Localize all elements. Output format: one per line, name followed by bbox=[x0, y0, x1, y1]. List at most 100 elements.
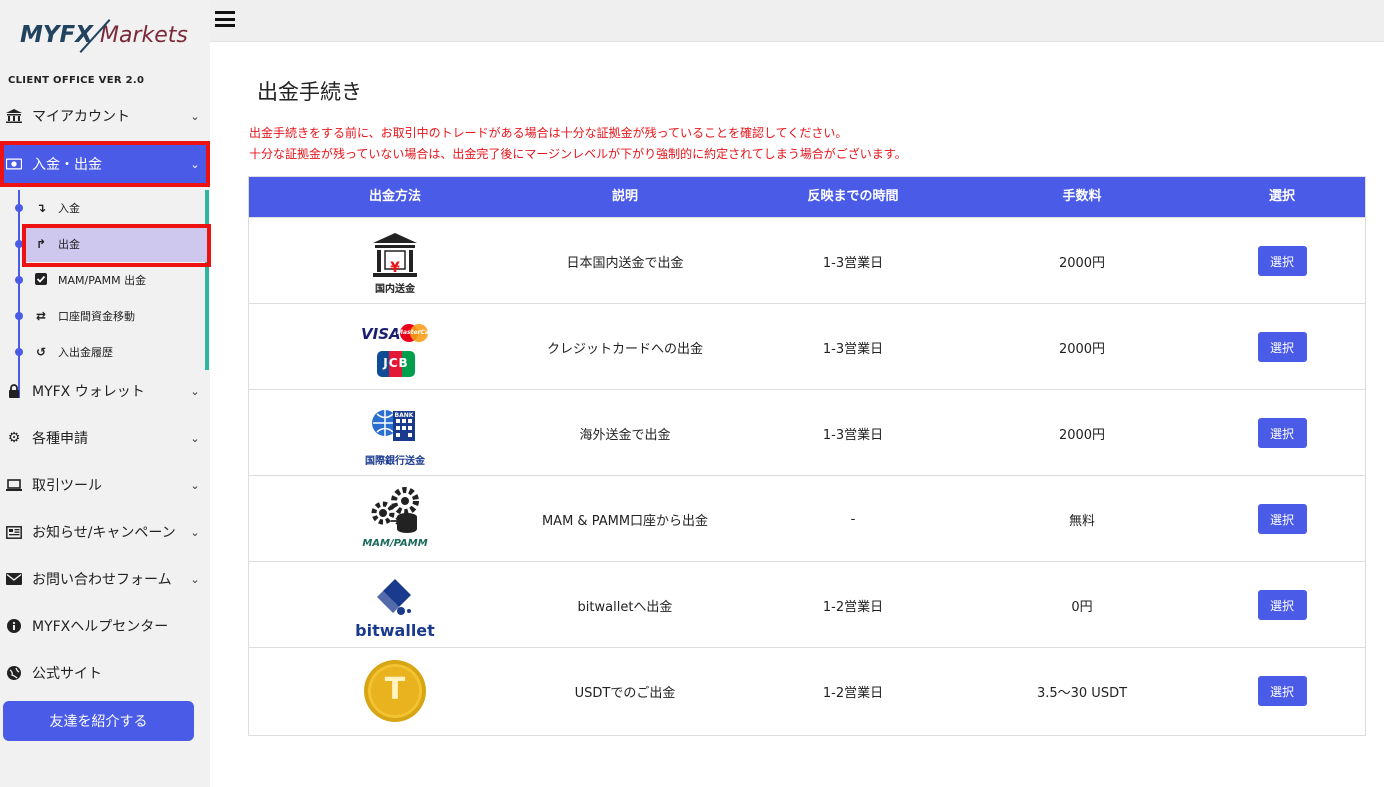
method-cell: BANK 国際銀行送金 bbox=[249, 390, 541, 476]
lock-icon bbox=[6, 383, 22, 399]
bitwallet-wordmark: bitwallet bbox=[355, 621, 435, 640]
description-cell: クレジットカードへの出金 bbox=[546, 341, 703, 357]
select-button[interactable]: 選択 bbox=[1257, 676, 1307, 706]
chevron-down-icon: ⌄ bbox=[190, 384, 200, 398]
submenu-label: MAM/PAMM 出金 bbox=[58, 274, 147, 287]
exchange-icon: ⇄ bbox=[35, 309, 47, 323]
description-cell: MAM & PAMM口座から出金 bbox=[541, 513, 709, 529]
myfx-logo[interactable]: MYFX Markets bbox=[20, 12, 190, 60]
method-cell: bitwallet bbox=[249, 562, 541, 648]
submenu-line bbox=[18, 190, 20, 398]
visa-logo: VISA bbox=[361, 325, 401, 343]
fee-cell: 2000円 bbox=[1058, 427, 1106, 443]
sidebar-item-deposit-withdrawal[interactable]: 入金・出金 ⌄ bbox=[0, 144, 210, 184]
method-caption: 国内送金 bbox=[375, 284, 415, 295]
chevron-down-icon: ⌄ bbox=[190, 572, 200, 586]
sidebar-item-trading-tools[interactable]: 取引ツール ⌄ bbox=[0, 465, 210, 505]
select-cell: 選択 bbox=[1199, 476, 1365, 562]
select-cell: 選択 bbox=[1199, 648, 1365, 734]
money-icon bbox=[6, 156, 22, 172]
select-button[interactable]: 選択 bbox=[1257, 332, 1307, 362]
method-cell: T bbox=[249, 648, 541, 734]
history-icon: ↺ bbox=[35, 345, 47, 359]
hamburger-menu-icon[interactable] bbox=[215, 11, 235, 27]
submenu-item-deposit[interactable]: ↴ 入金 bbox=[15, 190, 210, 226]
description-cell: USDTでのご出金 bbox=[574, 685, 676, 701]
sidebar: MYFX Markets CLIENT OFFICE VER 2.0 マイアカウ… bbox=[0, 0, 211, 787]
description-cell: bitwalletへ出金 bbox=[577, 599, 673, 615]
submenu-item-mam-pamm[interactable]: MAM/PAMM 出金 bbox=[15, 262, 210, 298]
column-header: 出金方法 bbox=[368, 189, 421, 204]
arrow-up-icon: ↱ bbox=[35, 237, 47, 251]
sidebar-item-label: マイアカウント bbox=[32, 109, 130, 125]
column-header: 手数料 bbox=[1062, 189, 1102, 204]
yen-symbol: ¥ bbox=[390, 260, 400, 276]
description-cell: 日本国内送金で出金 bbox=[566, 255, 684, 271]
sidebar-item-wallet[interactable]: MYFX ウォレット ⌄ bbox=[0, 371, 210, 411]
invite-friend-button[interactable]: 友達を紹介する bbox=[3, 701, 194, 741]
time-cell: 1-3営業日 bbox=[822, 255, 884, 271]
withdrawal-methods-table: 出金方法 説明 反映までの時間 手数料 選択 ¥ 国内送金 日本国内送金で出金 … bbox=[248, 176, 1366, 736]
sidebar-item-news[interactable]: お知らせ/キャンペーン ⌄ bbox=[0, 512, 210, 552]
laptop-icon bbox=[6, 477, 22, 493]
column-header: 選択 bbox=[1268, 189, 1295, 204]
select-cell: 選択 bbox=[1199, 390, 1365, 476]
submenu-dot bbox=[15, 348, 23, 356]
bank-sign: BANK bbox=[394, 412, 414, 419]
checkbox-icon bbox=[34, 272, 48, 288]
international-bank-logo: BANK 国際銀行送金 bbox=[355, 397, 435, 469]
page-title: 出金手続き bbox=[257, 80, 362, 104]
select-cell: 選択 bbox=[1199, 218, 1365, 304]
jcb-logo: JCB bbox=[377, 351, 415, 377]
submenu-dot bbox=[15, 240, 23, 248]
globe-icon bbox=[6, 665, 22, 681]
submenu-label: 出金 bbox=[58, 238, 80, 251]
time-cell: 1-3営業日 bbox=[822, 341, 884, 357]
sidebar-item-label: MYFXヘルプセンター bbox=[32, 619, 169, 635]
table-row: T USDTでのご出金 1-2営業日 3.5～30 USDT 選択 bbox=[249, 647, 1365, 733]
mastercard-logo: MasterCard bbox=[397, 329, 437, 336]
time-cell: 1-2営業日 bbox=[822, 685, 884, 701]
submenu-item-withdrawal[interactable]: ↱ 出金 bbox=[15, 226, 210, 262]
time-cell: - bbox=[850, 511, 856, 527]
time-cell: 1-2営業日 bbox=[822, 599, 884, 615]
sidebar-item-label: お問い合わせフォーム bbox=[32, 572, 172, 588]
topbar bbox=[210, 0, 1384, 42]
submenu-dot bbox=[15, 312, 23, 320]
submenu-item-fund-transfer[interactable]: ⇄ 口座間資金移動 bbox=[15, 298, 210, 334]
chevron-down-icon: ⌄ bbox=[190, 157, 200, 171]
usdt-coin-logo: T bbox=[355, 655, 435, 727]
fee-cell: 3.5～30 USDT bbox=[1036, 685, 1128, 701]
submenu-label: 入出金履歴 bbox=[58, 346, 113, 359]
sidebar-item-official-site[interactable]: 公式サイト bbox=[0, 653, 210, 693]
table-row: VISA MasterCard JCB クレジットカードへの出金 1-3営業日 … bbox=[249, 303, 1365, 389]
method-caption: MAM/PAMM bbox=[362, 538, 428, 549]
table-row: bitwallet bitwalletへ出金 1-2営業日 0円 選択 bbox=[249, 561, 1365, 647]
fee-cell: 0円 bbox=[1071, 599, 1093, 615]
select-button[interactable]: 選択 bbox=[1257, 246, 1307, 276]
select-button[interactable]: 選択 bbox=[1257, 590, 1307, 620]
sidebar-item-label: お知らせ/キャンペーン bbox=[32, 525, 176, 541]
select-button[interactable]: 選択 bbox=[1257, 418, 1307, 448]
time-cell: 1-3営業日 bbox=[822, 427, 884, 443]
sidebar-item-applications[interactable]: ⚙ 各種申請 ⌄ bbox=[0, 418, 210, 458]
sidebar-item-contact[interactable]: お問い合わせフォーム ⌄ bbox=[0, 559, 210, 599]
chevron-down-icon: ⌄ bbox=[190, 431, 200, 445]
fee-cell: 無料 bbox=[1068, 513, 1095, 529]
select-button[interactable]: 選択 bbox=[1257, 504, 1307, 534]
sidebar-item-label: 各種申請 bbox=[32, 431, 88, 447]
chevron-down-icon: ⌄ bbox=[190, 478, 200, 492]
domestic-bank-logo: ¥ 国内送金 bbox=[355, 225, 435, 297]
mam-pamm-logo: MAM/PAMM bbox=[355, 483, 435, 555]
table-row: ¥ 国内送金 日本国内送金で出金 1-3営業日 2000円 選択 bbox=[249, 217, 1365, 303]
description-cell: 海外送金で出金 bbox=[579, 427, 671, 443]
fee-cell: 2000円 bbox=[1058, 255, 1106, 271]
warning-text: 十分な証拠金が残っていない場合は、出金完了後にマージンレベルが下がり強制的に約定… bbox=[249, 147, 907, 161]
submenu-item-history[interactable]: ↺ 入出金履歴 bbox=[15, 334, 210, 370]
sidebar-item-help-center[interactable]: MYFXヘルプセンター bbox=[0, 606, 210, 646]
sidebar-item-my-account[interactable]: マイアカウント ⌄ bbox=[0, 96, 210, 136]
sidebar-item-label: 入金・出金 bbox=[32, 157, 102, 173]
chevron-down-icon: ⌄ bbox=[190, 525, 200, 539]
fee-cell: 2000円 bbox=[1058, 341, 1106, 357]
bank-icon bbox=[6, 108, 22, 124]
